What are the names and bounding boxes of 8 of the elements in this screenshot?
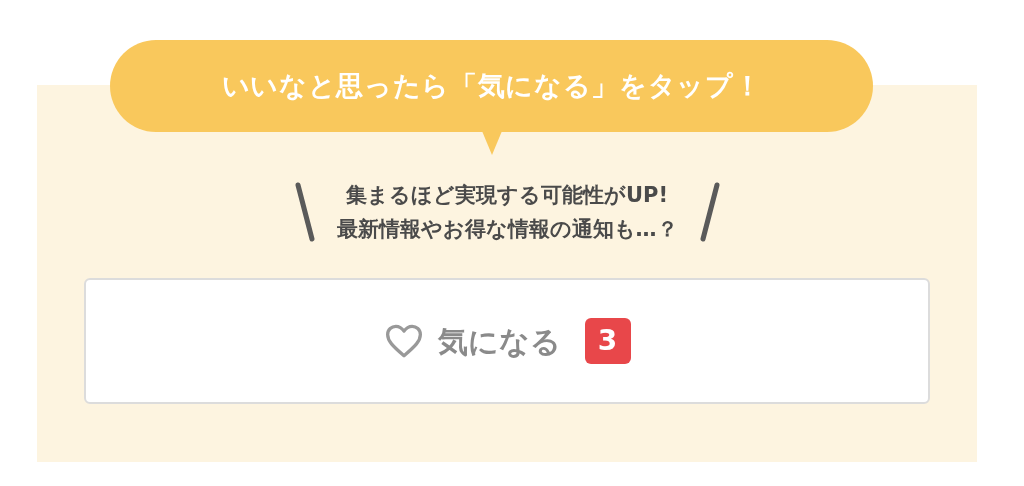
like-button[interactable]: 気になる 3 bbox=[84, 278, 930, 404]
slash-mark-icon bbox=[699, 182, 720, 242]
callout-text: いいなと思ったら「気になる」をタップ！ bbox=[221, 68, 762, 103]
message-line: 集まるほど実現する可能性がUP! bbox=[346, 182, 668, 209]
message-line: 最新情報やお得な情報の通知も…？ bbox=[336, 216, 678, 243]
count-badge: 3 bbox=[584, 318, 631, 364]
slash-mark-icon bbox=[294, 182, 315, 242]
heart-icon bbox=[383, 323, 424, 359]
